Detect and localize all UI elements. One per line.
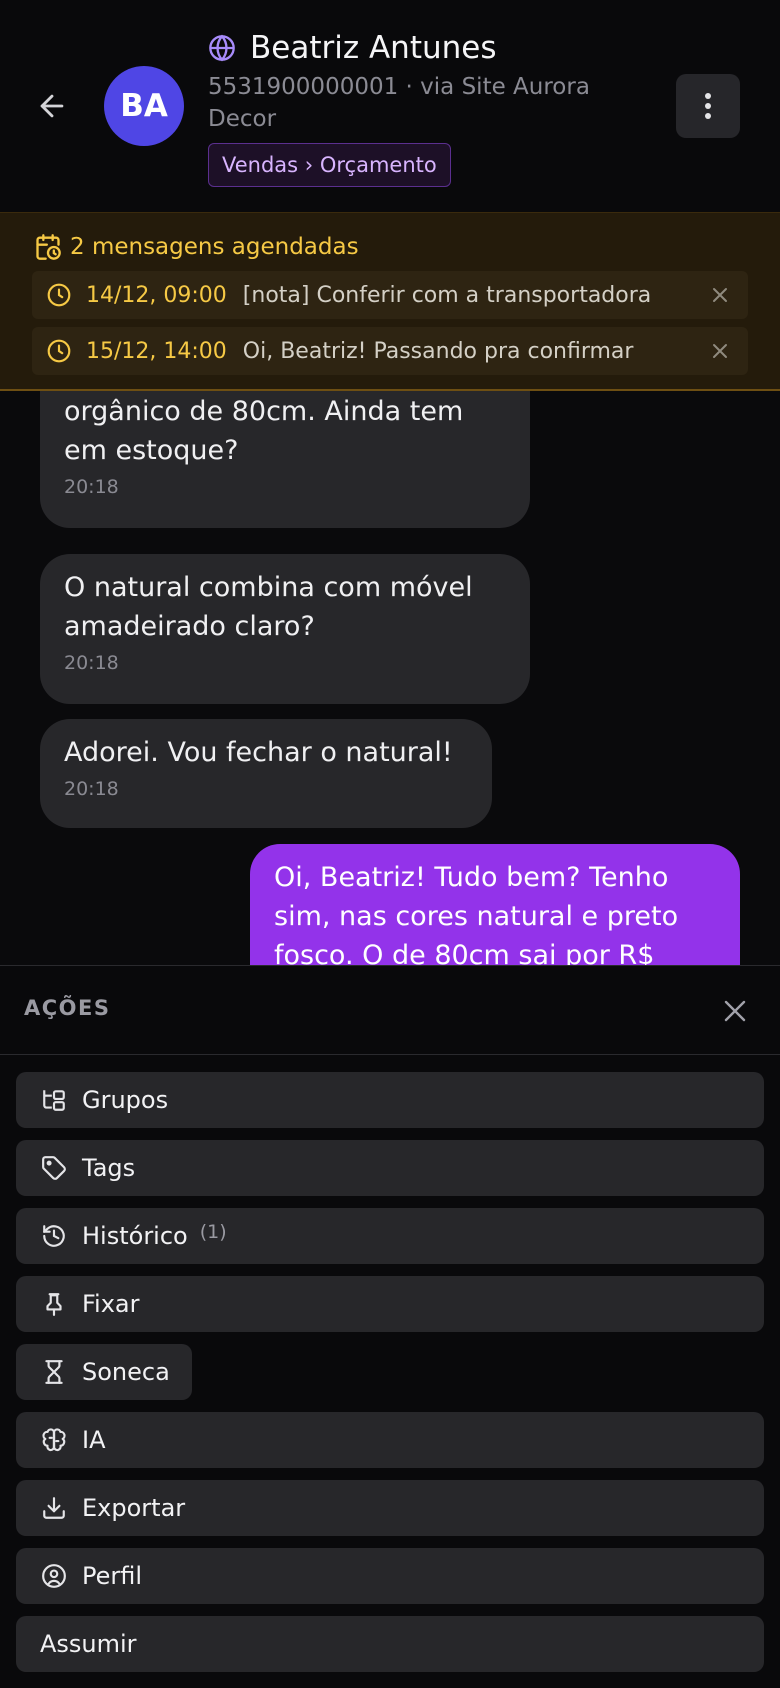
scheduled-item-time: 15/12, 14:00 [86,338,227,364]
message-time: 20:18 [64,778,119,800]
more-options-button[interactable] [676,74,740,138]
brain-icon [40,1426,68,1454]
scheduled-item-time: 14/12, 09:00 [86,282,227,308]
close-actions-button[interactable] [720,996,750,1026]
user-circle-icon [40,1562,68,1590]
avatar[interactable]: BA [104,66,184,146]
hourglass-icon [40,1358,68,1386]
pin-icon [40,1290,68,1318]
folder-tree-icon [40,1086,68,1114]
incoming-message[interactable]: Oi! Vi no Instagram o espelho orgânico d… [40,391,530,528]
scheduled-title[interactable]: 2 mensagens agendadas [34,230,359,264]
actions-sheet: AÇÕES Grupos Tags Histórico (1) Fixar So… [0,965,780,1688]
pipeline-stage-badge[interactable]: Vendas › Orçamento [208,143,451,187]
incoming-message[interactable]: Adorei. Vou fechar o natural! 20:18 [40,719,492,828]
contact-phone-source: 5531900000001 · via Site Aurora Decor [208,74,590,132]
globe-icon [208,34,236,62]
close-icon[interactable] [708,339,732,363]
message-text: Oi! Vi no Instagram o espelho orgânico d… [64,396,464,466]
contact-name: Beatriz Antunes [250,30,497,66]
arrow-left-icon [35,89,69,123]
clock-icon [46,338,72,364]
action-label: Grupos [82,1086,169,1114]
outgoing-message[interactable]: Oi, Beatriz! Tudo bem? Tenho sim, nas co… [250,844,740,965]
action-snooze-button[interactable]: Soneca [16,1344,192,1400]
message-time: 20:18 [64,652,119,674]
message-text: O natural combina com móvel amadeirado c… [64,572,473,642]
close-icon [724,1000,746,1022]
contact-info: Beatriz Antunes 5531900000001 · via Site… [208,26,628,187]
scheduled-item[interactable]: 15/12, 14:00 Oi, Beatriz! Passando pra c… [32,327,748,375]
action-label: Exportar [82,1494,186,1522]
actions-title: AÇÕES [24,996,111,1020]
calendar-clock-icon [34,233,62,261]
scheduled-item-text: [nota] Conferir com a transportadora [242,282,652,308]
scheduled-messages-banner: 2 mensagens agendadas 14/12, 09:00 [nota… [0,212,780,391]
incoming-message[interactable]: O natural combina com móvel amadeirado c… [40,554,530,704]
action-label: Perfil [82,1562,143,1590]
action-label: Assumir [40,1630,137,1658]
more-vertical-icon [704,92,712,120]
action-export-button[interactable]: Exportar [16,1480,764,1536]
action-label: Histórico [82,1222,188,1250]
message-text: Adorei. Vou fechar o natural! [64,737,453,768]
action-tags-button[interactable]: Tags [16,1140,764,1196]
action-label: Tags [82,1154,136,1182]
tag-icon [40,1154,68,1182]
action-label: Fixar [82,1290,140,1318]
action-profile-button[interactable]: Perfil [16,1548,764,1604]
message-list[interactable]: Oi! Vi no Instagram o espelho orgânico d… [0,391,780,965]
message-text: Oi, Beatriz! Tudo bem? Tenho sim, nas co… [274,862,679,965]
action-history-button[interactable]: Histórico (1) [16,1208,764,1264]
scheduled-item-text: Oi, Beatriz! Passando pra confirmar [242,338,634,364]
history-icon [40,1222,68,1250]
action-pin-button[interactable]: Fixar [16,1276,764,1332]
action-groups-button[interactable]: Grupos [16,1072,764,1128]
action-assume-button[interactable]: Assumir [16,1616,764,1672]
action-label: Soneca [82,1358,170,1386]
download-icon [40,1494,68,1522]
action-ai-button[interactable]: IA [16,1412,764,1468]
scheduled-item[interactable]: 14/12, 09:00 [nota] Conferir com a trans… [32,271,748,319]
scheduled-count-label: 2 mensagens agendadas [70,234,359,260]
history-count: (1) [199,1221,227,1243]
back-button[interactable] [30,84,74,128]
message-time: 20:18 [64,476,119,498]
action-label: IA [82,1426,106,1454]
actions-sheet-header: AÇÕES [0,966,780,1055]
chat-header: BA Beatriz Antunes 5531900000001 · via S… [0,0,780,212]
clock-icon [46,282,72,308]
close-icon[interactable] [708,283,732,307]
